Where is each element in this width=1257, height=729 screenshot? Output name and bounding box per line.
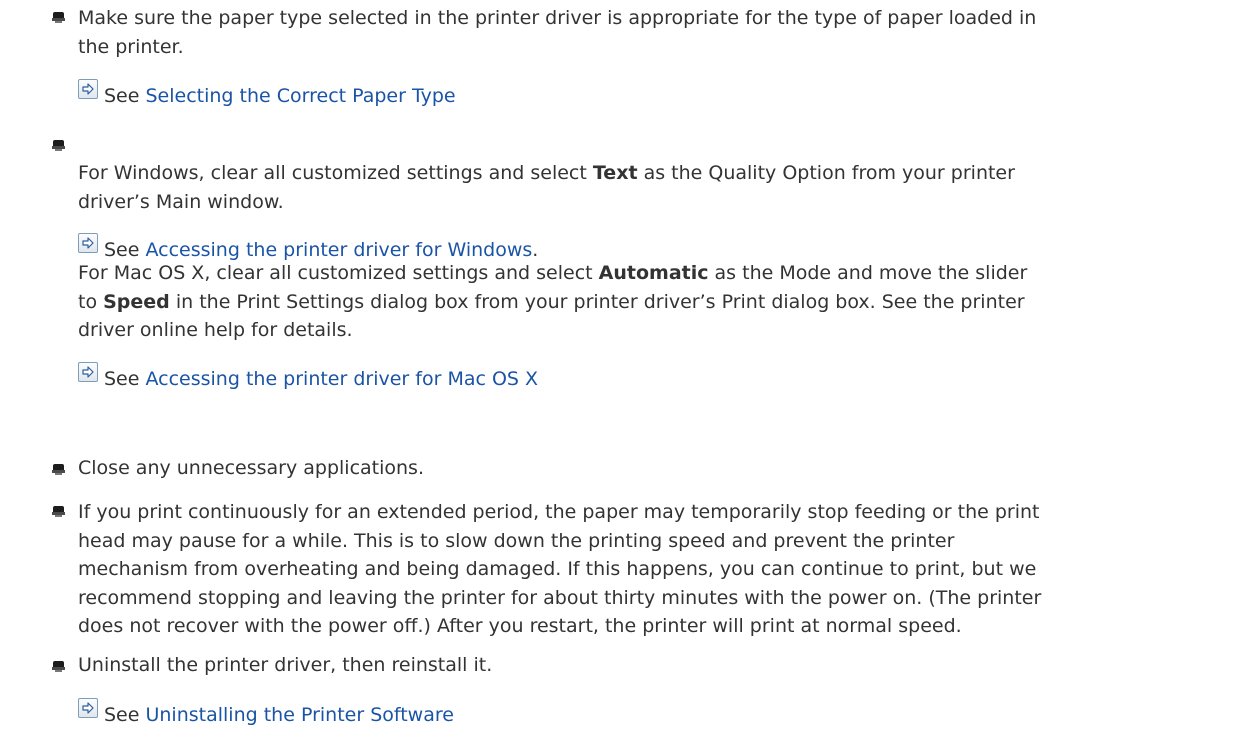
help-page: Make sure the paper type selected in the… — [0, 0, 1257, 726]
continuous-print-line5: does not recover with the power off.) Af… — [78, 615, 962, 637]
square-bullet-icon — [52, 464, 65, 475]
link-selecting-paper-type[interactable]: Selecting the Correct Paper Type — [145, 85, 455, 107]
square-bullet-icon — [52, 661, 65, 672]
automatic-mode-bold: Automatic — [598, 262, 709, 284]
mac-text-line3: driver online help for details. — [78, 319, 353, 341]
arrow-right-icon — [78, 79, 98, 99]
continuous-print-line2: head may pause for a while. This is to s… — [78, 530, 955, 552]
uninstall-text: Uninstall the printer driver, then reins… — [78, 654, 493, 676]
square-bullet-icon — [52, 12, 65, 23]
arrow-right-icon — [78, 233, 98, 253]
link-accessing-driver-windows[interactable]: Accessing the printer driver for Windows — [145, 239, 532, 261]
mac-text-line2: to Speed in the Print Settings dialog bo… — [78, 291, 1025, 313]
continuous-print-line4: recommend stopping and leaving the print… — [78, 587, 1042, 609]
square-bullet-icon — [52, 506, 65, 517]
windows-text-line1: For Windows, clear all customized settin… — [78, 162, 1015, 184]
see-label: See — [104, 239, 146, 261]
see-label: See — [104, 85, 146, 107]
speed-bold: Speed — [103, 291, 170, 313]
arrow-right-icon — [78, 698, 98, 718]
continuous-print-line1: If you print continuously for an extende… — [78, 501, 1040, 523]
link-uninstalling-software[interactable]: Uninstalling the Printer Software — [145, 704, 453, 726]
continuous-print-line3: mechanism from overheating and being dam… — [78, 558, 1037, 580]
see-label: See — [104, 704, 146, 726]
close-apps-text: Close any unnecessary applications. — [78, 457, 424, 479]
paper-type-text-line1: Make sure the paper type selected in the… — [78, 7, 1037, 29]
mac-text-line1: For Mac OS X, clear all customized setti… — [78, 262, 1028, 284]
link-suffix: . — [532, 239, 539, 261]
text-option-bold: Text — [592, 162, 638, 184]
arrow-right-icon — [78, 362, 98, 382]
paper-type-text-line2: the printer. — [78, 36, 184, 58]
link-accessing-driver-mac[interactable]: Accessing the printer driver for Mac OS … — [145, 368, 538, 390]
square-bullet-icon — [52, 140, 65, 151]
see-label: See — [104, 368, 146, 390]
windows-text-line2: driver’s Main window. — [78, 191, 284, 213]
